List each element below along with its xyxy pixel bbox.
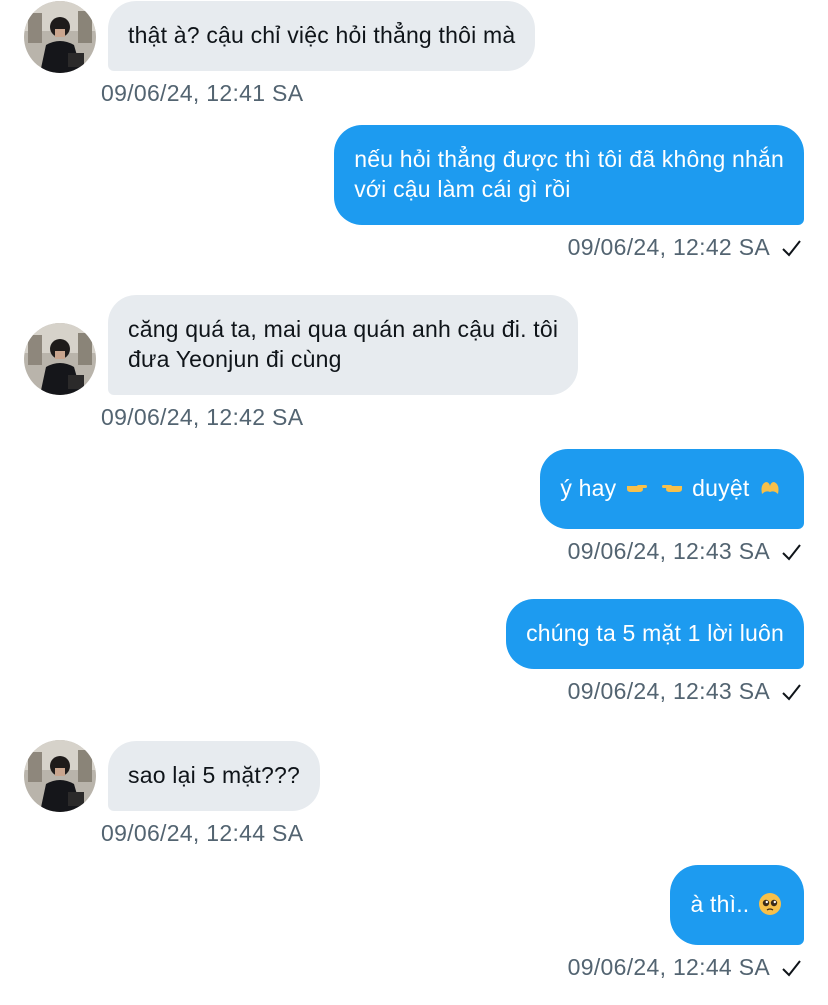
message-text-line: nếu hỏi thẳng được thì tôi đã không nhắn — [354, 146, 784, 172]
message-time: 09/06/24, 12:43 SA — [567, 678, 770, 704]
message-timestamp: 09/06/24, 12:44 SA — [568, 954, 802, 981]
pointing-right-emoji — [626, 485, 647, 492]
message-timestamp: 09/06/24, 12:41 SA — [101, 80, 304, 106]
check-icon — [782, 543, 801, 561]
message-timestamp: 09/06/24, 12:43 SA — [568, 538, 802, 565]
message-bubble-incoming[interactable]: sao lại 5 mặt??? — [108, 741, 320, 811]
leftwards-hand-emoji — [661, 485, 682, 492]
message-bubble-outgoing[interactable]: chúng ta 5 mặt 1 lời luôn — [506, 599, 804, 669]
message-time: 09/06/24, 12:42 SA — [567, 234, 770, 260]
message-text-line: căng quá ta, mai qua quán anh cậu đi. tô… — [128, 316, 559, 342]
message-text-line: với cậu làm cái gì rồi — [354, 176, 571, 202]
message-time: 09/06/24, 12:43 SA — [567, 538, 770, 564]
message-bubble-incoming[interactable]: căng quá ta, mai qua quán anh cậu đi. tô… — [108, 295, 579, 395]
pleading-face-emoji — [759, 893, 781, 915]
message-timestamp: 09/06/24, 12:42 SA — [101, 404, 304, 430]
message-time: 09/06/24, 12:44 SA — [567, 954, 770, 980]
message-bubble-outgoing[interactable]: à thì.. — [670, 865, 804, 945]
avatar[interactable] — [24, 323, 96, 395]
message-text: ý hay — [560, 475, 617, 501]
message-text: duyệt — [692, 475, 750, 501]
avatar[interactable] — [24, 740, 96, 812]
message-bubble-outgoing[interactable]: ý hay duyệt — [540, 449, 804, 529]
message-text: à thì.. — [690, 891, 750, 917]
check-icon — [782, 959, 801, 977]
message-bubble-incoming[interactable]: thật à? cậu chỉ việc hỏi thẳng thôi mà — [108, 1, 536, 71]
heart-hands-emoji — [761, 482, 779, 494]
avatar[interactable] — [24, 1, 96, 73]
message-bubble-outgoing[interactable]: nếu hỏi thẳng được thì tôi đã không nhắn… — [334, 125, 804, 225]
message-timestamp: 09/06/24, 12:44 SA — [101, 820, 304, 846]
check-icon — [782, 239, 801, 257]
message-text: chúng ta 5 mặt 1 lời luôn — [526, 620, 784, 646]
check-icon — [782, 683, 801, 701]
message-timestamp: 09/06/24, 12:42 SA — [568, 234, 802, 261]
message-text: thật à? cậu chỉ việc hỏi thẳng thôi mà — [128, 22, 516, 48]
message-text-line: đưa Yeonjun đi cùng — [128, 346, 342, 372]
message-timestamp: 09/06/24, 12:43 SA — [568, 678, 802, 705]
message-text: sao lại 5 mặt??? — [128, 762, 300, 788]
